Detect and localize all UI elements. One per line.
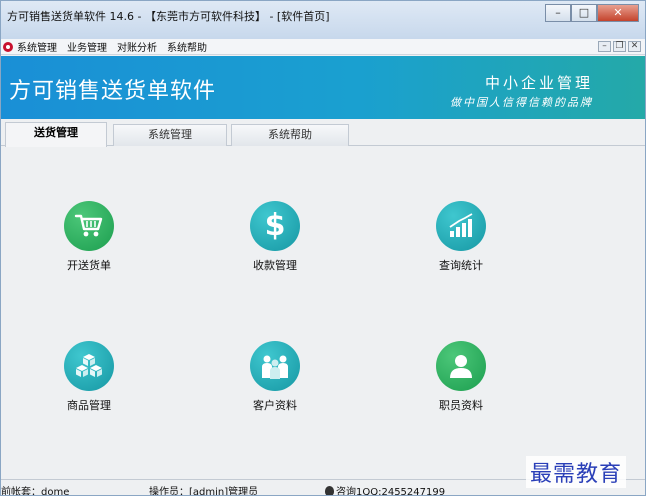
menu-business-management[interactable]: 业务管理	[67, 39, 107, 54]
status-contact-text: 咨询1QQ:2455247199	[336, 487, 446, 496]
shopping-cart-icon	[64, 201, 114, 251]
bar-chart-icon	[436, 201, 486, 251]
tile-create-delivery-note[interactable]: 开送货单	[39, 201, 139, 273]
tile-query-statistics[interactable]: 查询统计	[411, 201, 511, 273]
title-bar: 方可销售送货单软件 14.6 - 【东莞市方可软件科技】 - [软件首页] – …	[1, 1, 645, 39]
status-account: 前帐套：dome	[1, 487, 70, 496]
maximize-button[interactable]: □	[571, 4, 597, 22]
tile-label: 开送货单	[67, 259, 111, 272]
customers-icon	[250, 341, 300, 391]
close-button[interactable]: ✕	[597, 4, 639, 22]
app-window: 方可销售送货单软件 14.6 - 【东莞市方可软件科技】 - [软件首页] – …	[0, 0, 646, 496]
header-banner: 方可销售送货单软件 中小企业管理 做中国人信得信赖的品牌	[1, 56, 645, 119]
banner-title: 方可销售送货单软件	[9, 79, 217, 104]
window-controls: – □ ✕	[545, 4, 639, 22]
app-logo-icon	[3, 41, 13, 52]
tab-strip: 送货管理 系统管理 系统帮助	[1, 122, 645, 147]
window-title: 方可销售送货单软件 14.6 - 【东莞市方可软件科技】 - [软件首页]	[7, 10, 330, 23]
watermark-logo: 最需教育	[526, 456, 627, 488]
tile-label: 查询统计	[439, 259, 483, 272]
tab-delivery-management[interactable]: 送货管理	[5, 122, 107, 147]
tile-staff-info[interactable]: 职员资料	[411, 341, 511, 413]
tile-label: 商品管理	[67, 399, 111, 412]
status-operator: 操作员：[admin]管理员	[149, 487, 259, 496]
mdi-controls: – ❐ ✕	[598, 41, 641, 52]
main-content: 开送货单 $ 收款管理 查询统计 商品管理 客户资料 职员资料	[1, 147, 645, 477]
minimize-button[interactable]: –	[545, 4, 571, 22]
tile-payment-management[interactable]: $ 收款管理	[225, 201, 325, 273]
qq-icon	[325, 486, 334, 495]
tile-customer-info[interactable]: 客户资料	[225, 341, 325, 413]
mdi-close-button[interactable]: ✕	[628, 41, 641, 52]
menu-bar: 系统管理 业务管理 对账分析 系统帮助 – ❐ ✕	[1, 39, 645, 55]
tile-label: 收款管理	[253, 259, 297, 272]
tile-label: 客户资料	[253, 399, 297, 412]
boxes-icon	[64, 341, 114, 391]
banner-slogan-main: 中小企业管理	[484, 74, 593, 92]
menu-reconciliation-analysis[interactable]: 对账分析	[117, 39, 157, 54]
staff-icon	[436, 341, 486, 391]
menu-system-management[interactable]: 系统管理	[17, 39, 57, 54]
tab-system-help[interactable]: 系统帮助	[231, 124, 349, 146]
tile-label: 职员资料	[439, 399, 483, 412]
mdi-minimize-button[interactable]: –	[598, 41, 611, 52]
mdi-restore-button[interactable]: ❐	[613, 41, 626, 52]
tab-system-management[interactable]: 系统管理	[113, 124, 227, 146]
dollar-icon: $	[250, 201, 300, 251]
menu-system-help[interactable]: 系统帮助	[167, 39, 207, 54]
tile-product-management[interactable]: 商品管理	[39, 341, 139, 413]
status-contact: 咨询1QQ:2455247199	[325, 483, 446, 496]
banner-slogan-sub: 做中国人信得信赖的品牌	[450, 96, 593, 109]
